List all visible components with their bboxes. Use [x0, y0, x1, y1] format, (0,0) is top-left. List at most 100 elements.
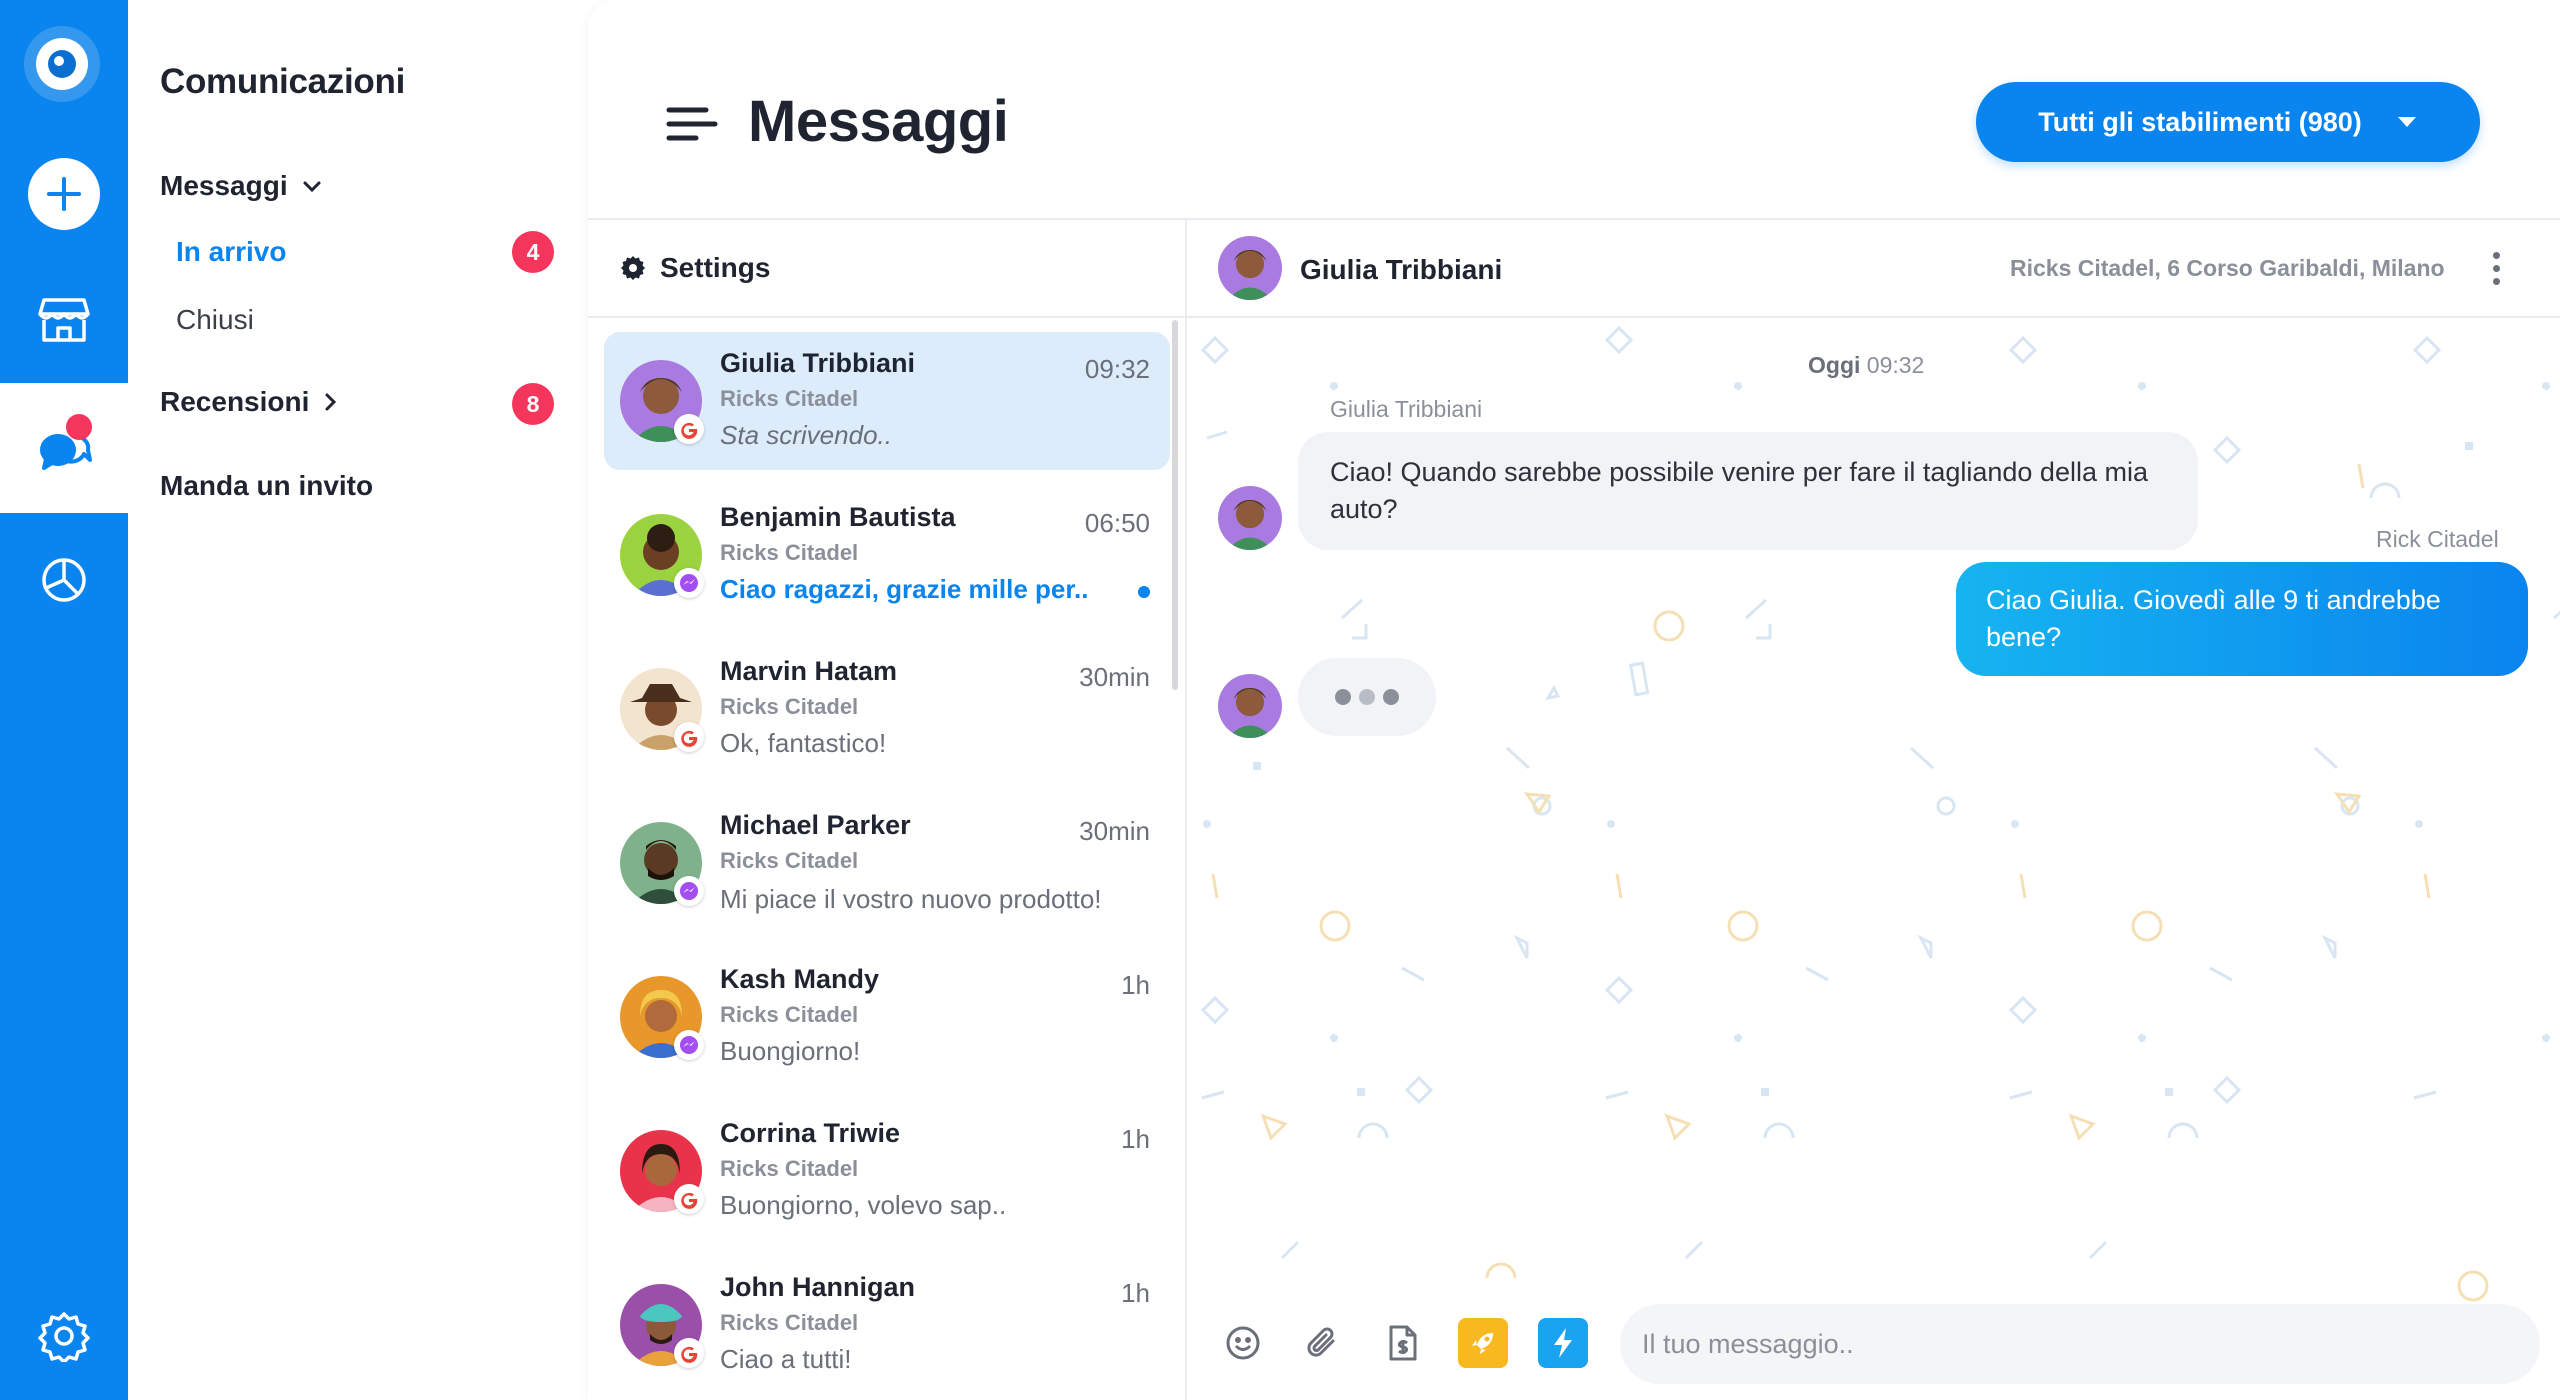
eye-logo-icon[interactable]: [24, 24, 104, 104]
conversation-name: Corrina Triwie: [720, 1118, 901, 1148]
conversation-item[interactable]: Kash Mandy Ricks Citadel Buongiorno! 1h: [604, 948, 1170, 1086]
conversation-store: Ricks Citadel: [720, 1156, 859, 1181]
avatar: [620, 1284, 704, 1368]
store-select-dropdown[interactable]: Tutti gli stabilimenti (980): [1976, 82, 2480, 162]
conversation-preview: Buongiorno, volevo sap..: [720, 1190, 1007, 1220]
conversation-preview: Ciao a tutti!: [720, 1344, 852, 1374]
plus-icon: [28, 158, 100, 230]
messenger-icon: [674, 876, 704, 906]
incoming-message-bubble: Ciao! Quando sarebbe possibile venire pe…: [1298, 432, 2198, 550]
conversation-item[interactable]: Michael Parker Ricks Citadel Mi piace il…: [604, 794, 1170, 932]
conversation-time: 1h: [1121, 1278, 1150, 1308]
contact-avatar: [1218, 486, 1282, 550]
google-icon: [674, 1184, 704, 1214]
google-icon: [674, 722, 704, 752]
page-title: Messaggi: [748, 89, 1009, 154]
contact-location: Ricks Citadel, 6 Corso Garibaldi, Milano: [2010, 255, 2445, 281]
conversation-name: John Hannigan: [720, 1272, 915, 1302]
chevron-down-icon: [303, 181, 321, 193]
rail-background-bottom: [0, 513, 128, 1400]
contact-avatar: [1218, 674, 1282, 738]
outgoing-sender-name: Rick Citadel: [2376, 526, 2499, 552]
communications-panel: Comunicazioni Messaggi In arrivo 4 Chius…: [128, 0, 588, 1400]
nav-messaggi[interactable]: Messaggi: [160, 170, 322, 202]
message-input[interactable]: [1620, 1304, 2540, 1384]
chevron-right-icon: [325, 393, 337, 411]
contact-avatar: [1218, 236, 1282, 300]
menu-icon[interactable]: [666, 104, 718, 149]
avatar: [620, 668, 704, 752]
conversation-preview: Mi piace il vostro nuovo prodotto!: [720, 884, 1102, 914]
conversation-store: Ricks Citadel: [720, 386, 859, 411]
conversation-time: 06:50: [1084, 508, 1150, 538]
conversation-list: Giulia Tribbiani Ricks Citadel Sta scriv…: [600, 332, 1170, 1400]
avatar: [620, 1130, 704, 1214]
conversation-time: 30min: [1079, 816, 1150, 846]
invoice-icon[interactable]: [1378, 1318, 1428, 1368]
chat-bubbles-icon[interactable]: [24, 408, 104, 488]
google-icon: [674, 1338, 704, 1368]
panel-title: Comunicazioni: [160, 62, 405, 101]
notification-dot: [66, 414, 92, 440]
gear-icon[interactable]: [24, 1296, 104, 1376]
nav-messaggi-label: Messaggi: [160, 170, 288, 201]
avatar: [620, 514, 704, 598]
day-separator: Oggi 09:32: [1808, 352, 1924, 379]
conversation-preview: Ciao ragazzi, grazie mille per..: [720, 574, 1089, 604]
pie-chart-icon[interactable]: [24, 538, 104, 618]
messenger-icon: [674, 568, 704, 598]
list-settings[interactable]: Settings: [620, 252, 770, 284]
list-scrollbar[interactable]: [1172, 320, 1178, 690]
conversation-store: Ricks Citadel: [720, 540, 859, 565]
store-select-label: Tutti gli stabilimenti (980): [2038, 106, 2362, 137]
nav-recensioni[interactable]: Recensioni: [160, 386, 337, 418]
conversation-item[interactable]: Giulia Tribbiani Ricks Citadel Sta scriv…: [604, 332, 1170, 470]
conversation-item[interactable]: John Hannigan Ricks Citadel Ciao a tutti…: [604, 1256, 1170, 1394]
conversation-item[interactable]: Benjamin Bautista Ricks Citadel Ciao rag…: [604, 486, 1170, 624]
messenger-icon: [674, 1030, 704, 1060]
avatar: [620, 360, 704, 444]
day-time: 09:32: [1866, 352, 1925, 378]
conversation-name: Benjamin Bautista: [720, 502, 956, 532]
conversation-time: 1h: [1121, 970, 1150, 1000]
conversation-item[interactable]: Corrina Triwie Ricks Citadel Buongiorno,…: [604, 1102, 1170, 1240]
conversation-name: Michael Parker: [720, 810, 911, 840]
store-icon[interactable]: [24, 280, 104, 360]
inbox-count-badge: 4: [512, 231, 554, 273]
add-button[interactable]: [24, 154, 104, 234]
conversation-preview: Sta scrivendo..: [720, 420, 892, 450]
nav-item-closed[interactable]: Chiusi: [176, 304, 254, 336]
list-settings-label: Settings: [660, 252, 771, 283]
conversation-time: 09:32: [1084, 354, 1150, 384]
more-options-icon[interactable]: [2493, 252, 2501, 286]
conversation-name: Kash Mandy: [720, 964, 880, 994]
typing-indicator: [1298, 658, 1436, 736]
avatar: [620, 822, 704, 906]
contact-name: Giulia Tribbiani: [1300, 254, 1503, 285]
conversation-store: Ricks Citadel: [720, 1310, 859, 1335]
conversation-item[interactable]: Marvin Hatam Ricks Citadel Ok, fantastic…: [604, 640, 1170, 778]
day-label: Oggi: [1808, 352, 1861, 378]
conversation-time: 1h: [1121, 1124, 1150, 1154]
conversation-preview: Buongiorno!: [720, 1036, 861, 1066]
conversation-time: 30min: [1079, 662, 1150, 692]
conversation-name: Giulia Tribbiani: [720, 348, 916, 378]
lightning-icon[interactable]: [1538, 1318, 1588, 1368]
nav-send-invite[interactable]: Manda un invito: [160, 470, 373, 502]
conversation-store: Ricks Citadel: [720, 694, 859, 719]
header-divider: [588, 218, 2560, 220]
incoming-sender-name: Giulia Tribbiani: [1330, 396, 1483, 422]
google-icon: [674, 414, 704, 444]
attachment-icon[interactable]: [1298, 1318, 1348, 1368]
gear-icon: [621, 256, 645, 280]
nav-recensioni-label: Recensioni: [160, 386, 310, 417]
unread-dot: [1138, 586, 1150, 598]
reviews-count-badge: 8: [512, 383, 554, 425]
avatar: [620, 976, 704, 1060]
emoji-icon[interactable]: [1218, 1318, 1268, 1368]
outgoing-message-bubble: Ciao Giulia. Giovedì alle 9 ti andrebbe …: [1956, 562, 2528, 676]
caret-down-icon: [2397, 117, 2416, 127]
rocket-icon[interactable]: [1458, 1318, 1508, 1368]
conversation-store: Ricks Citadel: [720, 848, 859, 873]
nav-item-inbox[interactable]: In arrivo: [176, 236, 286, 268]
